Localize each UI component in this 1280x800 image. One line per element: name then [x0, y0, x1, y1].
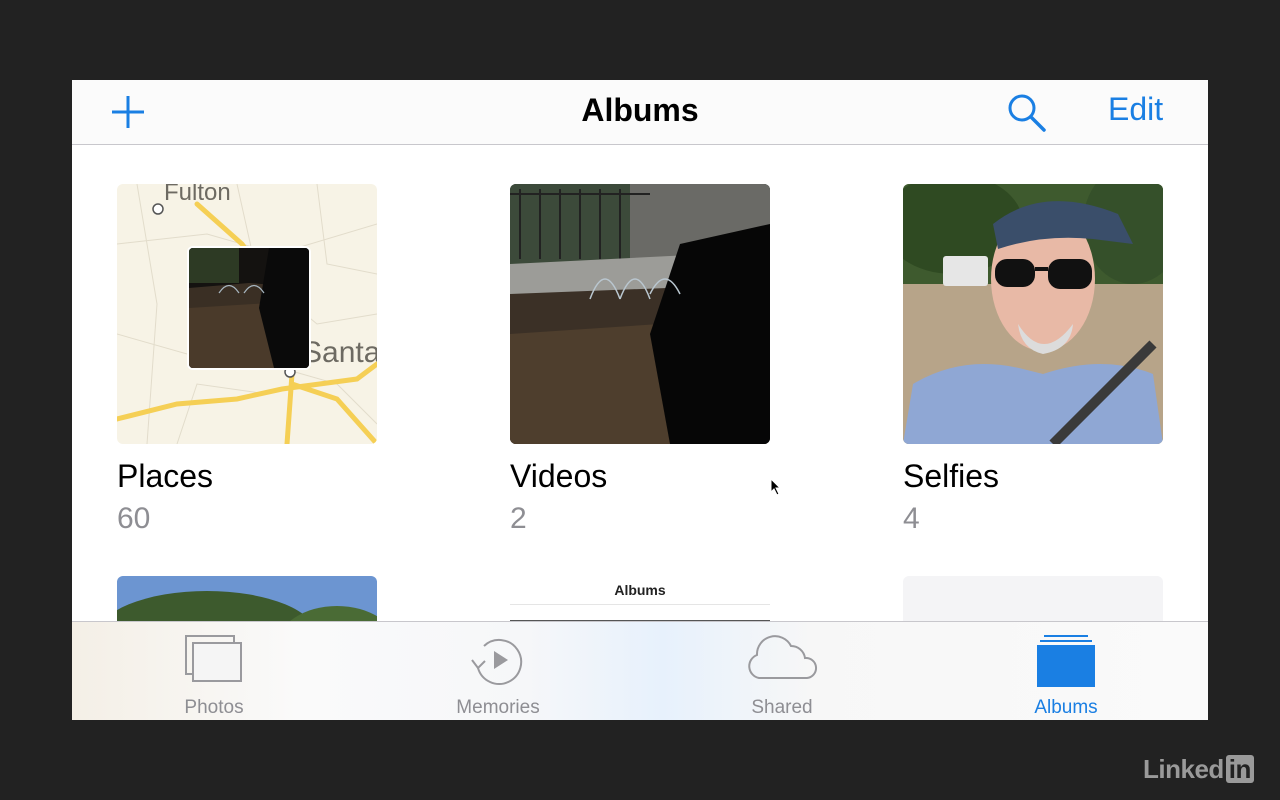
tab-photos[interactable]: Photos [72, 622, 356, 720]
albums-preview-title: Albums [614, 582, 666, 598]
tab-label: Memories [456, 697, 540, 718]
watermark-badge: in [1225, 755, 1254, 783]
album-partial-3[interactable] [903, 576, 1163, 621]
divider [510, 604, 770, 605]
tab-bar: Photos Memories Shared Albums [72, 621, 1208, 720]
album-thumbnail: Fulton Santa [117, 184, 377, 444]
memories-icon [471, 639, 523, 685]
album-thumbnail [903, 576, 1163, 621]
fountain-photo [189, 248, 309, 368]
album-title: Places [117, 458, 214, 494]
tree-photo [117, 576, 377, 621]
place-photo-pin [187, 246, 311, 370]
tab-label: Photos [184, 697, 244, 718]
album-count: 2 [510, 502, 527, 535]
tab-label: Shared [751, 697, 813, 718]
add-album-button[interactable] [108, 94, 148, 130]
album-thumbnail: Albums [510, 576, 770, 621]
albums-grid: Fulton Santa Places 60 Videos 2 Selfies … [72, 145, 1208, 621]
album-places[interactable]: Fulton Santa Places 60 [117, 184, 377, 536]
photos-app-window: Albums Edit Fulton Santa Places 60 Video… [72, 80, 1208, 720]
plus-icon [112, 96, 144, 128]
tab-label: Albums [1034, 697, 1098, 718]
album-title: Videos [510, 458, 608, 494]
album-title: Selfies [903, 458, 1000, 494]
selfie-photo [903, 184, 1163, 444]
album-thumbnail [117, 576, 377, 621]
albums-icon [1037, 635, 1095, 687]
album-count: 60 [117, 502, 151, 535]
fountain-photo [510, 184, 770, 444]
album-partial-1[interactable] [117, 576, 377, 621]
tab-albums[interactable]: Albums [924, 622, 1208, 720]
cloud-icon [748, 635, 817, 679]
linkedin-watermark: Linked in [1143, 754, 1254, 785]
tab-memories[interactable]: Memories [356, 622, 640, 720]
album-videos[interactable]: Videos 2 [510, 184, 770, 536]
watermark-text: Linked [1143, 754, 1224, 784]
edit-button[interactable]: Edit [1108, 91, 1163, 128]
album-thumbnail [510, 184, 770, 444]
photos-icon [185, 635, 242, 682]
album-partial-2[interactable]: Albums [510, 576, 770, 621]
album-count: 4 [903, 502, 920, 535]
search-button[interactable] [1006, 92, 1048, 132]
album-thumbnail [903, 184, 1163, 444]
album-selfies[interactable]: Selfies 4 [903, 184, 1163, 536]
mouse-cursor-icon [770, 478, 782, 496]
search-icon [1008, 94, 1046, 132]
navigation-bar: Albums Edit [72, 80, 1208, 145]
tab-shared[interactable]: Shared [640, 622, 924, 720]
